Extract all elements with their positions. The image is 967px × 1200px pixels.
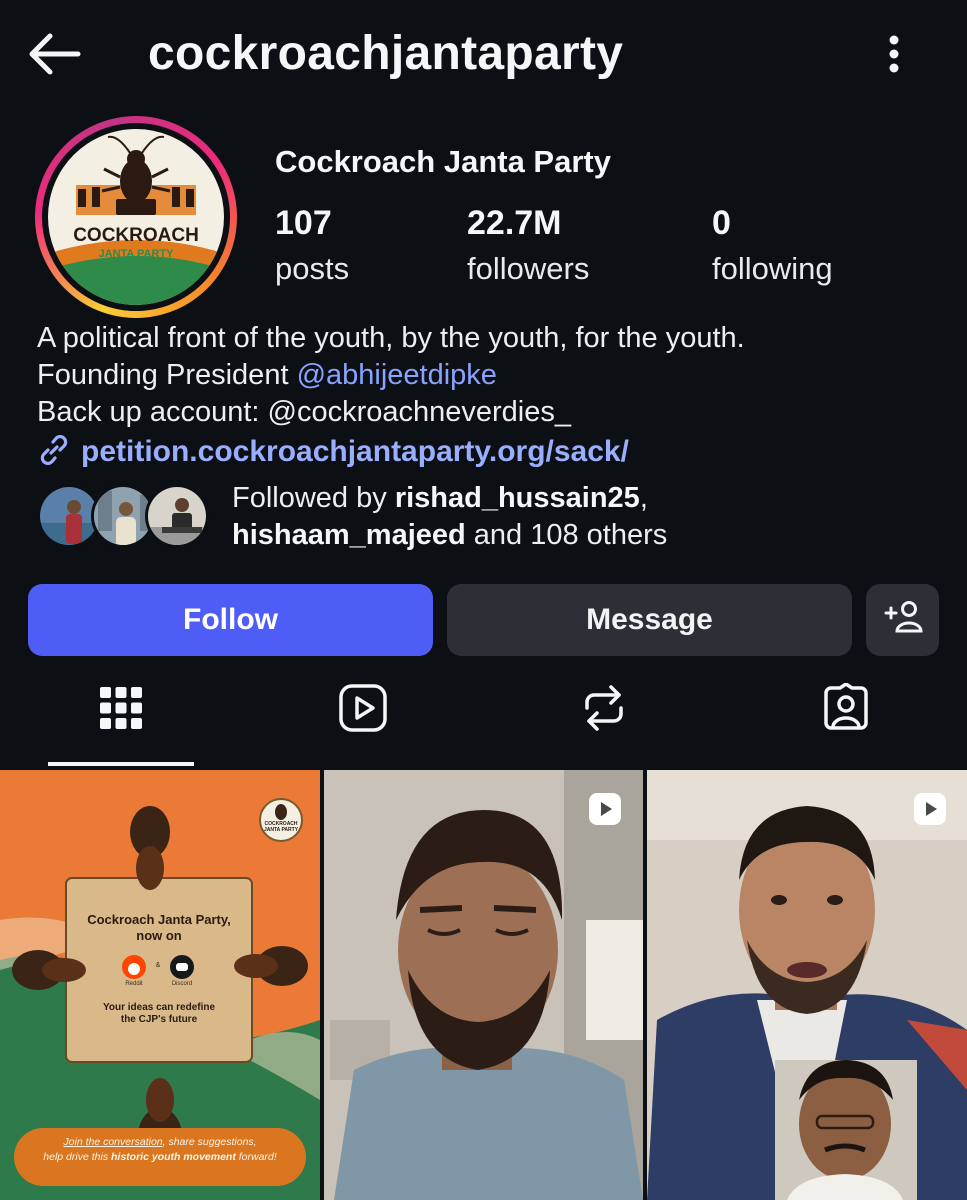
link-icon (37, 433, 71, 472)
stat-label: followers (467, 251, 590, 286)
posts-grid: Cockroach Janta Party, now on Reddit & D… (0, 770, 967, 1200)
tab-reposts[interactable] (574, 680, 634, 740)
stat-value: 0 (712, 204, 731, 242)
reel-play-icon (913, 792, 947, 826)
mutual-followers-text: Followed by rishad_hussain25, hishaam_ma… (232, 480, 667, 554)
reel-thumbnail[interactable] (647, 770, 967, 1200)
tagline-line: the CJP's future (120, 1014, 198, 1025)
back-arrow-icon[interactable] (26, 30, 82, 78)
post-title: Cockroach Janta Party, now on (66, 912, 252, 944)
bio-link[interactable]: petition.cockroachjantaparty.org/sack/ (37, 432, 629, 472)
footer-line: help drive this historic youth movement … (14, 1150, 306, 1165)
message-button[interactable]: Message (447, 584, 852, 656)
post-title-line: Cockroach Janta Party, (87, 912, 231, 927)
footer-bold: historic youth movement (110, 1151, 236, 1163)
posts-stat[interactable]: 107 posts (275, 204, 349, 287)
footer-text: forward! (235, 1151, 277, 1163)
reddit-label: Reddit (125, 981, 143, 987)
badge-line: JANTA PARTY (263, 827, 299, 833)
reels-icon (338, 683, 388, 738)
story-ring[interactable]: COCKROACH JANTA PARTY (35, 116, 237, 318)
separator: , (639, 482, 648, 514)
tab-tagged[interactable] (816, 680, 876, 740)
following-stat[interactable]: 0 following (712, 204, 833, 287)
avatar-title: COCKROACH (73, 225, 199, 246)
profile-tabs (0, 670, 967, 766)
stat-label: posts (275, 251, 350, 286)
post-title-line: now on (136, 928, 182, 943)
footer-line: Join the conversation, share suggestions… (14, 1135, 306, 1150)
footer-underlined: Join the conversation (63, 1136, 163, 1148)
discord-label: Discord (171, 981, 193, 987)
footer-text: , share suggestions, (162, 1136, 257, 1148)
grid-icon (99, 686, 143, 735)
post-tagline: Your ideas can redefine the CJP's future (66, 1002, 252, 1026)
stat-value: 107 (275, 204, 332, 242)
tab-reels[interactable] (333, 680, 393, 740)
profile-username: cockroachjantaparty (148, 27, 624, 80)
bio-line: Back up account: @cockroachneverdies_ (37, 396, 572, 428)
followed-by-suffix: and 108 others (465, 519, 668, 551)
bio: A political front of the youth, by the y… (37, 320, 745, 431)
tagline-line: Your ideas can redefine (102, 1002, 216, 1013)
website-link-text[interactable]: petition.cockroachjantaparty.org/sack/ (81, 435, 629, 469)
bio-line: A political front of the youth, by the y… (37, 322, 745, 354)
more-options-icon[interactable] (876, 30, 912, 78)
reel-play-icon (588, 792, 622, 826)
mutual-follower-avatar (145, 484, 209, 548)
suggested-users-button[interactable] (866, 584, 939, 656)
bio-text: Founding President (37, 359, 297, 391)
top-bar: cockroachjantaparty (0, 0, 967, 110)
mutual-follower-name[interactable]: hishaam_majeed (232, 519, 466, 551)
tab-posts-grid[interactable] (91, 680, 151, 740)
founder-mention-link[interactable]: @abhijeetdipke (297, 359, 497, 391)
bio-line: Founding President @abhijeetdipke (37, 357, 745, 394)
avatar-subtitle: JANTA PARTY (99, 248, 175, 260)
post-badge-text: COCKROACH JANTA PARTY (260, 821, 302, 833)
followers-stat[interactable]: 22.7M followers (467, 204, 589, 287)
stat-value: 22.7M (467, 204, 562, 242)
mutual-followers[interactable]: Followed by rishad_hussain25, hishaam_ma… (37, 478, 937, 558)
add-person-icon (883, 598, 923, 642)
mutual-follower-name[interactable]: rishad_hussain25 (395, 482, 640, 514)
active-tab-indicator (48, 762, 194, 766)
follow-button[interactable]: Follow (28, 584, 433, 656)
followed-by-prefix: Followed by (232, 482, 395, 514)
repost-icon (581, 683, 627, 738)
reel-thumbnail[interactable] (324, 770, 643, 1200)
stat-label: following (712, 251, 833, 286)
tagged-person-icon (821, 681, 871, 738)
display-name: Cockroach Janta Party (275, 144, 611, 179)
avatar: COCKROACH JANTA PARTY (48, 129, 224, 305)
post-thumbnail[interactable]: Cockroach Janta Party, now on Reddit & D… (0, 770, 320, 1200)
ampersand: & (155, 962, 161, 969)
post-footer-text: Join the conversation, share suggestions… (14, 1135, 306, 1165)
footer-text: help drive this (43, 1151, 111, 1163)
